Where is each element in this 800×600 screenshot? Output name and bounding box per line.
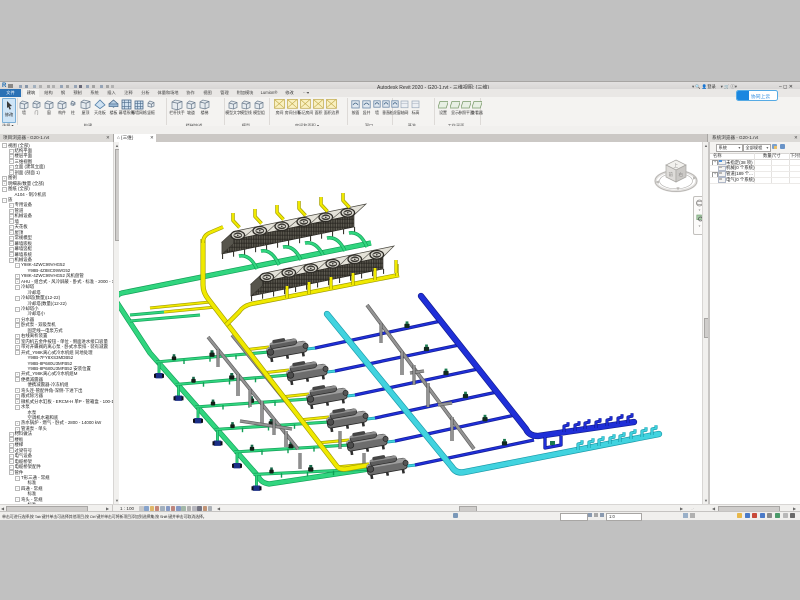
svg-text:前: 前 (669, 171, 674, 178)
svg-text:右: 右 (679, 171, 684, 178)
svg-text:上: 上 (674, 162, 679, 168)
